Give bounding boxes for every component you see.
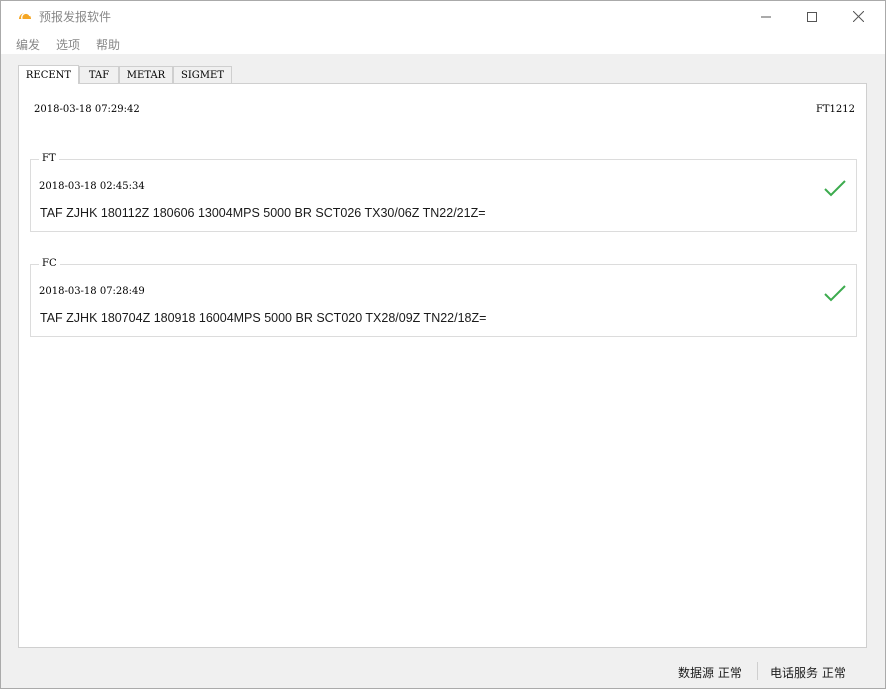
status-divider — [757, 662, 758, 680]
checkmark-icon — [824, 285, 846, 306]
maximize-button[interactable] — [789, 1, 835, 32]
group-fc: FC 2018-03-18 07:28:49 TAF ZJHK 180704Z … — [30, 258, 857, 337]
group-label: FT — [39, 153, 59, 164]
close-icon — [852, 11, 864, 22]
close-button[interactable] — [835, 1, 881, 32]
menu-item-edit-send[interactable]: 编发 — [16, 36, 40, 53]
status-data-source: 数据源 正常 — [678, 666, 742, 680]
group-time: 2018-03-18 07:28:49 — [39, 286, 145, 297]
menu-item-options[interactable]: 选项 — [56, 36, 80, 53]
group-ft: FT 2018-03-18 02:45:34 TAF ZJHK 180112Z … — [30, 153, 857, 232]
checkmark-icon — [824, 180, 846, 201]
latest-timestamp: 2018-03-18 07:29:42 — [34, 104, 140, 115]
title-bar[interactable]: 预报发报软件 — [1, 1, 885, 32]
tab-sigmet[interactable]: SIGMET — [173, 66, 232, 83]
report-code: FT1212 — [815, 104, 855, 115]
group-label: FC — [39, 258, 60, 269]
sun-horizon-icon — [17, 8, 33, 24]
app-window: 预报发报软件 编发 选项 帮助 RECENT TAF METAR SIGMET … — [0, 0, 886, 689]
status-bar: 数据源 正常 电话服务 正常 — [1, 658, 885, 688]
group-time: 2018-03-18 02:45:34 — [39, 181, 145, 192]
menu-bar: 编发 选项 帮助 — [1, 32, 885, 54]
minimize-icon — [761, 16, 771, 17]
tab-taf[interactable]: TAF — [79, 66, 119, 83]
status-phone-service: 电话服务 正常 — [770, 666, 846, 680]
minimize-button[interactable] — [743, 1, 789, 32]
taf-message: TAF ZJHK 180112Z 180606 13004MPS 5000 BR… — [40, 206, 486, 220]
maximize-icon — [807, 11, 817, 22]
taf-message: TAF ZJHK 180704Z 180918 16004MPS 5000 BR… — [40, 311, 487, 325]
window-title: 预报发报软件 — [39, 10, 112, 24]
recent-panel: 2018-03-18 07:29:42 FT1212 FT 2018-03-18… — [18, 83, 867, 648]
tab-recent[interactable]: RECENT — [18, 65, 79, 84]
menu-item-help[interactable]: 帮助 — [96, 36, 120, 53]
tab-metar[interactable]: METAR — [119, 66, 173, 83]
